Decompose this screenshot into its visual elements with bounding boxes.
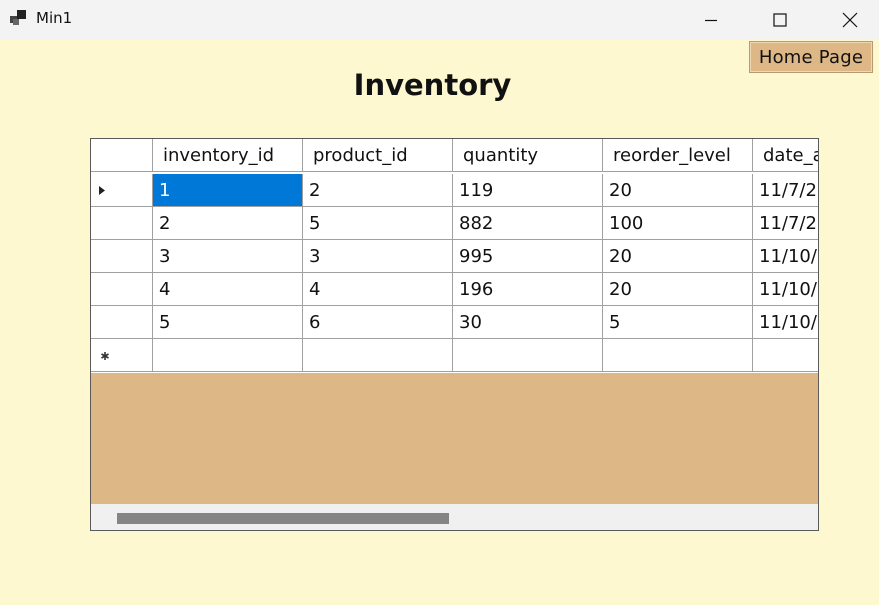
table-cell[interactable]: 20 <box>603 240 753 273</box>
table-row[interactable]: 5 6 30 5 11/10/2 <box>91 306 818 339</box>
table-cell[interactable]: 6 <box>303 306 453 339</box>
table-cell[interactable]: 20 <box>603 174 753 207</box>
row-header[interactable] <box>91 306 153 339</box>
table-cell[interactable]: 2 <box>303 174 453 207</box>
corner-header[interactable] <box>91 139 153 172</box>
table-cell[interactable]: 100 <box>603 207 753 240</box>
minimize-button[interactable] <box>688 0 734 40</box>
table-cell[interactable]: 5 <box>303 207 453 240</box>
new-row[interactable] <box>91 339 818 372</box>
table-cell[interactable]: 20 <box>603 273 753 306</box>
row-header[interactable] <box>91 174 153 207</box>
table-cell[interactable] <box>603 339 753 372</box>
minimize-icon <box>705 19 717 22</box>
table-cell[interactable]: 3 <box>153 240 303 273</box>
row-header[interactable] <box>91 273 153 306</box>
row-header[interactable] <box>91 339 153 372</box>
maximize-button[interactable] <box>757 0 803 40</box>
table-cell[interactable]: 4 <box>303 273 453 306</box>
table-cell[interactable]: 11/7/20 <box>753 207 818 240</box>
table-cell[interactable]: 11/10/2 <box>753 306 818 339</box>
table-cell[interactable]: 2 <box>153 207 303 240</box>
table-cell[interactable] <box>153 339 303 372</box>
table-cell[interactable]: 11/7/20 <box>753 174 818 207</box>
table-cell[interactable]: 11/10/2 <box>753 240 818 273</box>
current-row-arrow-icon <box>99 186 105 195</box>
table-cell[interactable]: 3 <box>303 240 453 273</box>
table-cell[interactable]: 995 <box>453 240 603 273</box>
table-cell[interactable]: 119 <box>453 174 603 207</box>
table-cell[interactable]: 11/10/2 <box>753 273 818 306</box>
inventory-grid[interactable]: inventory_id product_id quantity reorder… <box>90 138 819 531</box>
table-row[interactable]: 3 3 995 20 11/10/2 <box>91 240 818 273</box>
table-cell[interactable] <box>303 339 453 372</box>
table-row[interactable]: 1 2 119 20 11/7/20 <box>91 174 818 207</box>
row-header[interactable] <box>91 240 153 273</box>
table-cell[interactable]: 5 <box>603 306 753 339</box>
column-header-product-id[interactable]: product_id <box>303 139 453 172</box>
column-header-quantity[interactable]: quantity <box>453 139 603 172</box>
column-header-inventory-id[interactable]: inventory_id <box>153 139 303 172</box>
table-row[interactable]: 4 4 196 20 11/10/2 <box>91 273 818 306</box>
grid-body: inventory_id product_id quantity reorder… <box>91 139 818 373</box>
scrollbar-thumb[interactable] <box>117 513 449 524</box>
window-title: Min1 <box>36 9 73 27</box>
header-row: inventory_id product_id quantity reorder… <box>91 139 818 172</box>
table-cell[interactable]: 30 <box>453 306 603 339</box>
maximize-icon <box>773 13 787 27</box>
table-cell[interactable]: 5 <box>153 306 303 339</box>
column-header-date-added[interactable]: date_a <box>753 139 818 172</box>
table-cell[interactable]: 196 <box>453 273 603 306</box>
row-header[interactable] <box>91 207 153 240</box>
table-cell[interactable] <box>453 339 603 372</box>
horizontal-scrollbar[interactable] <box>91 504 818 530</box>
close-button[interactable] <box>827 0 873 40</box>
table-cell[interactable] <box>753 339 818 372</box>
title-bar: Min1 <box>0 0 879 40</box>
table-cell[interactable]: 1 <box>153 174 303 207</box>
column-header-reorder-level[interactable]: reorder_level <box>603 139 753 172</box>
app-icon <box>10 10 28 26</box>
app-window: Min1 Home Page Inventory inventory_id pr… <box>0 0 879 605</box>
page-title: Inventory <box>353 68 512 102</box>
new-row-asterisk-icon <box>101 352 109 360</box>
table-cell[interactable]: 882 <box>453 207 603 240</box>
table-row[interactable]: 2 5 882 100 11/7/20 <box>91 207 818 240</box>
close-icon <box>842 12 858 28</box>
table-cell[interactable]: 4 <box>153 273 303 306</box>
